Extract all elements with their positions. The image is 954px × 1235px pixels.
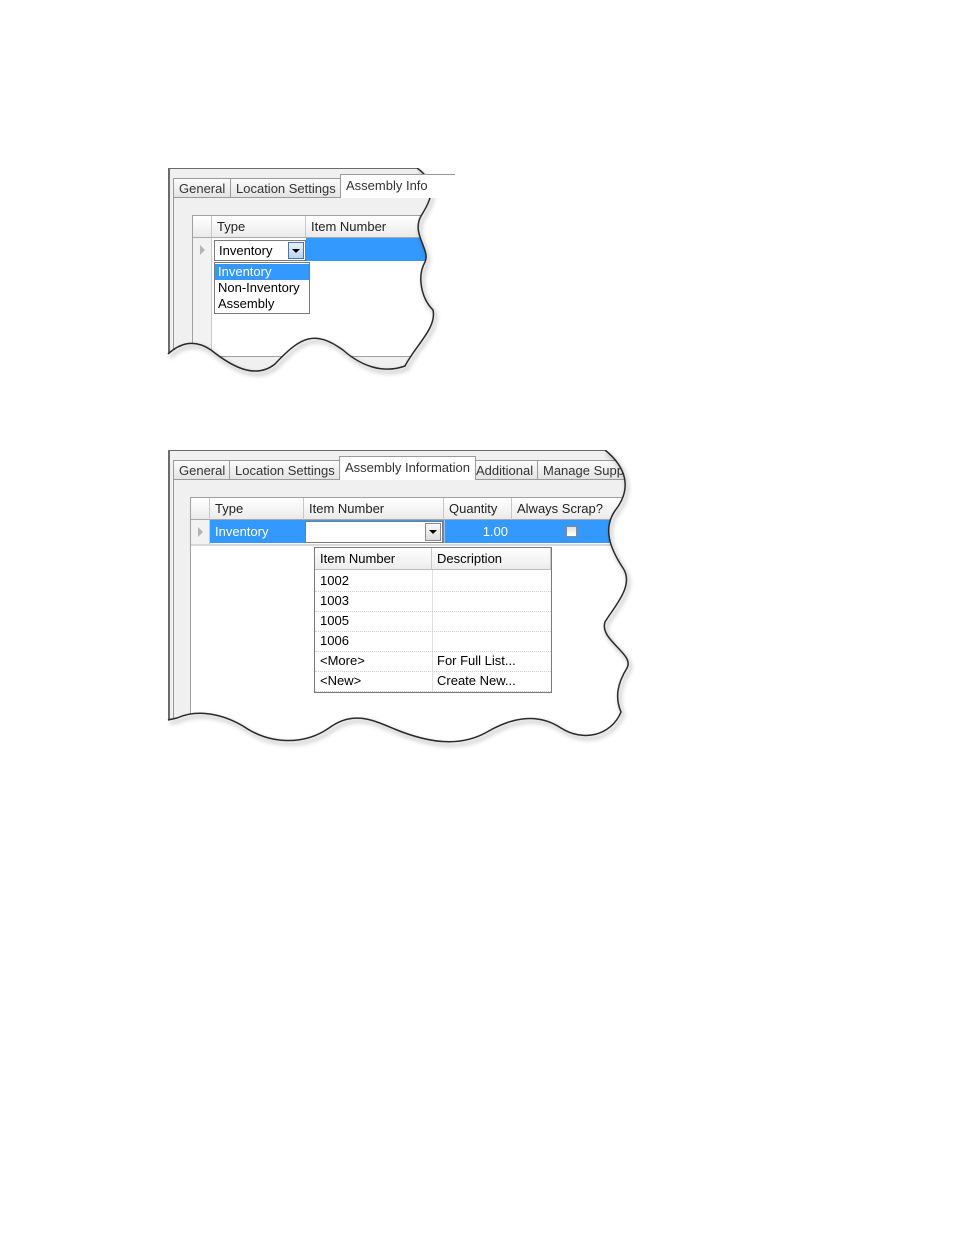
torn-edge-mask (165, 168, 455, 383)
screenshot-item-lookup: General Location Settings Assembly Infor… (165, 450, 640, 755)
screenshot-type-dropdown: General Location Settings Assembly Info … (165, 168, 455, 383)
tab-assembly-information[interactable]: Assembly Information (339, 456, 476, 480)
tab-assembly-info[interactable]: Assembly Info (340, 174, 455, 198)
torn-edge-mask (165, 450, 640, 755)
